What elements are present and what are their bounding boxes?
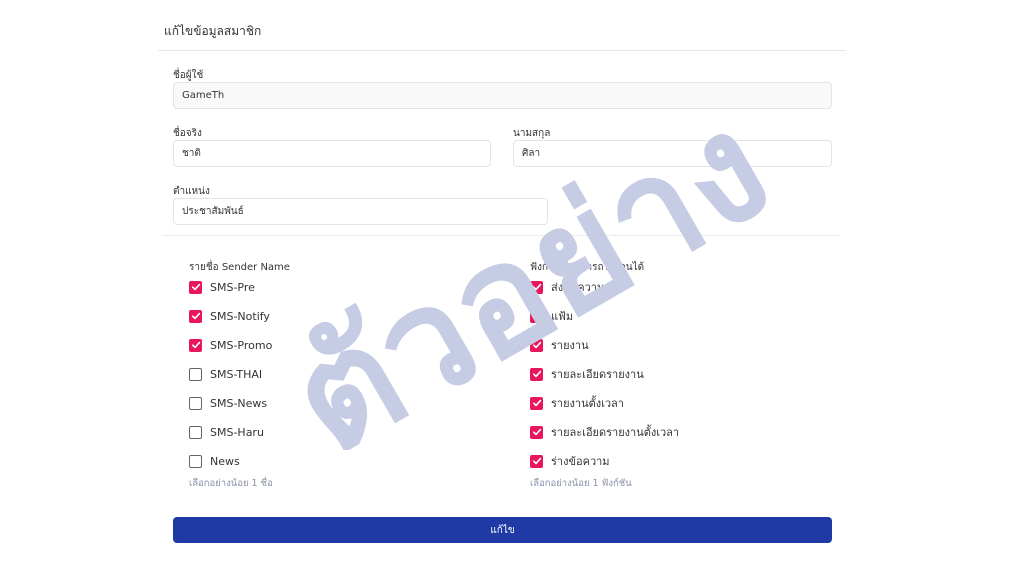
sender-name-row[interactable]: SMS-Promo: [189, 337, 272, 353]
sender-name-row[interactable]: SMS-THAI: [189, 366, 262, 382]
sender-name-label: SMS-THAI: [210, 367, 263, 381]
username-input[interactable]: [173, 82, 832, 109]
function-row[interactable]: รายงาน: [530, 337, 589, 353]
sender-name-label: SMS-Haru: [210, 425, 264, 439]
lastname-label: นามสกุล: [513, 128, 551, 139]
function-checkbox[interactable]: [530, 454, 543, 468]
firstname-label: ชื่อจริง: [173, 128, 202, 139]
function-checkbox[interactable]: [530, 425, 543, 439]
checkmark-icon: [191, 283, 200, 291]
checkmark-icon: [532, 283, 541, 291]
functions-title: ฟังก์ชันที่สามารถใช้งานได้: [530, 262, 645, 273]
username-label: ชื่อผู้ใช้: [173, 70, 204, 81]
section-divider: [162, 235, 840, 236]
function-label: รายละเอียดรายงานตั้งเวลา: [551, 426, 680, 439]
sender-name-row[interactable]: News: [189, 453, 240, 469]
sender-name-checkbox[interactable]: [189, 425, 202, 439]
function-label: รายงาน: [551, 339, 589, 352]
sender-name-checkbox[interactable]: [189, 454, 202, 468]
functions-hint: เลือกอย่างน้อย 1 ฟังก์ชัน: [530, 478, 632, 489]
checkmark-icon: [191, 341, 200, 349]
function-row[interactable]: รายละเอียดรายงาน: [530, 366, 644, 382]
sender-name-label: News: [210, 454, 240, 468]
function-checkbox[interactable]: [530, 367, 543, 381]
function-checkbox[interactable]: [530, 309, 543, 323]
function-label: แฟ้ม: [551, 310, 574, 323]
sender-name-checkbox[interactable]: [189, 338, 202, 352]
checkmark-icon: [532, 428, 541, 436]
checkmark-icon: [532, 312, 541, 320]
checkmark-icon: [191, 312, 200, 320]
sender-name-label: SMS-News: [210, 396, 268, 410]
checkmark-icon: [532, 370, 541, 378]
sender-names-title: รายชื่อ Sender Name: [189, 262, 290, 273]
sender-name-row[interactable]: SMS-Haru: [189, 424, 264, 440]
sender-name-label: SMS-Notify: [210, 309, 270, 323]
function-row[interactable]: รายงานตั้งเวลา: [530, 395, 624, 411]
sender-name-row[interactable]: SMS-News: [189, 395, 267, 411]
position-label: ตำแหน่ง: [173, 186, 210, 197]
sender-name-label: SMS-Pre: [210, 280, 255, 294]
checkmark-icon: [532, 457, 541, 465]
lastname-input[interactable]: [513, 140, 832, 167]
sender-name-row[interactable]: SMS-Pre: [189, 279, 255, 295]
sender-name-checkbox[interactable]: [189, 367, 202, 381]
function-checkbox[interactable]: [530, 338, 543, 352]
function-label: รายงานตั้งเวลา: [551, 397, 624, 410]
sender-names-hint: เลือกอย่างน้อย 1 ชื่อ: [189, 478, 273, 489]
function-checkbox[interactable]: [530, 396, 543, 410]
page-title: แก้ไขข้อมูลสมาชิก: [164, 24, 262, 38]
position-input[interactable]: [173, 198, 548, 225]
sender-name-label: SMS-Promo: [210, 338, 273, 352]
submit-button[interactable]: แก้ไข: [173, 517, 832, 543]
sender-name-checkbox[interactable]: [189, 396, 202, 410]
header-divider: [158, 50, 846, 51]
function-row[interactable]: ร่างข้อความ: [530, 453, 610, 469]
function-label: รายละเอียดรายงาน: [551, 368, 644, 381]
function-row[interactable]: แฟ้ม: [530, 308, 573, 324]
sender-name-row[interactable]: SMS-Notify: [189, 308, 270, 324]
sender-name-checkbox[interactable]: [189, 280, 202, 294]
sender-name-checkbox[interactable]: [189, 309, 202, 323]
checkmark-icon: [532, 341, 541, 349]
firstname-input[interactable]: [173, 140, 491, 167]
function-row[interactable]: ส่งข้อความ: [530, 279, 604, 295]
checkmark-icon: [532, 399, 541, 407]
function-checkbox[interactable]: [530, 280, 543, 294]
function-row[interactable]: รายละเอียดรายงานตั้งเวลา: [530, 424, 679, 440]
function-label: ร่างข้อความ: [551, 455, 610, 468]
function-label: ส่งข้อความ: [551, 281, 605, 294]
